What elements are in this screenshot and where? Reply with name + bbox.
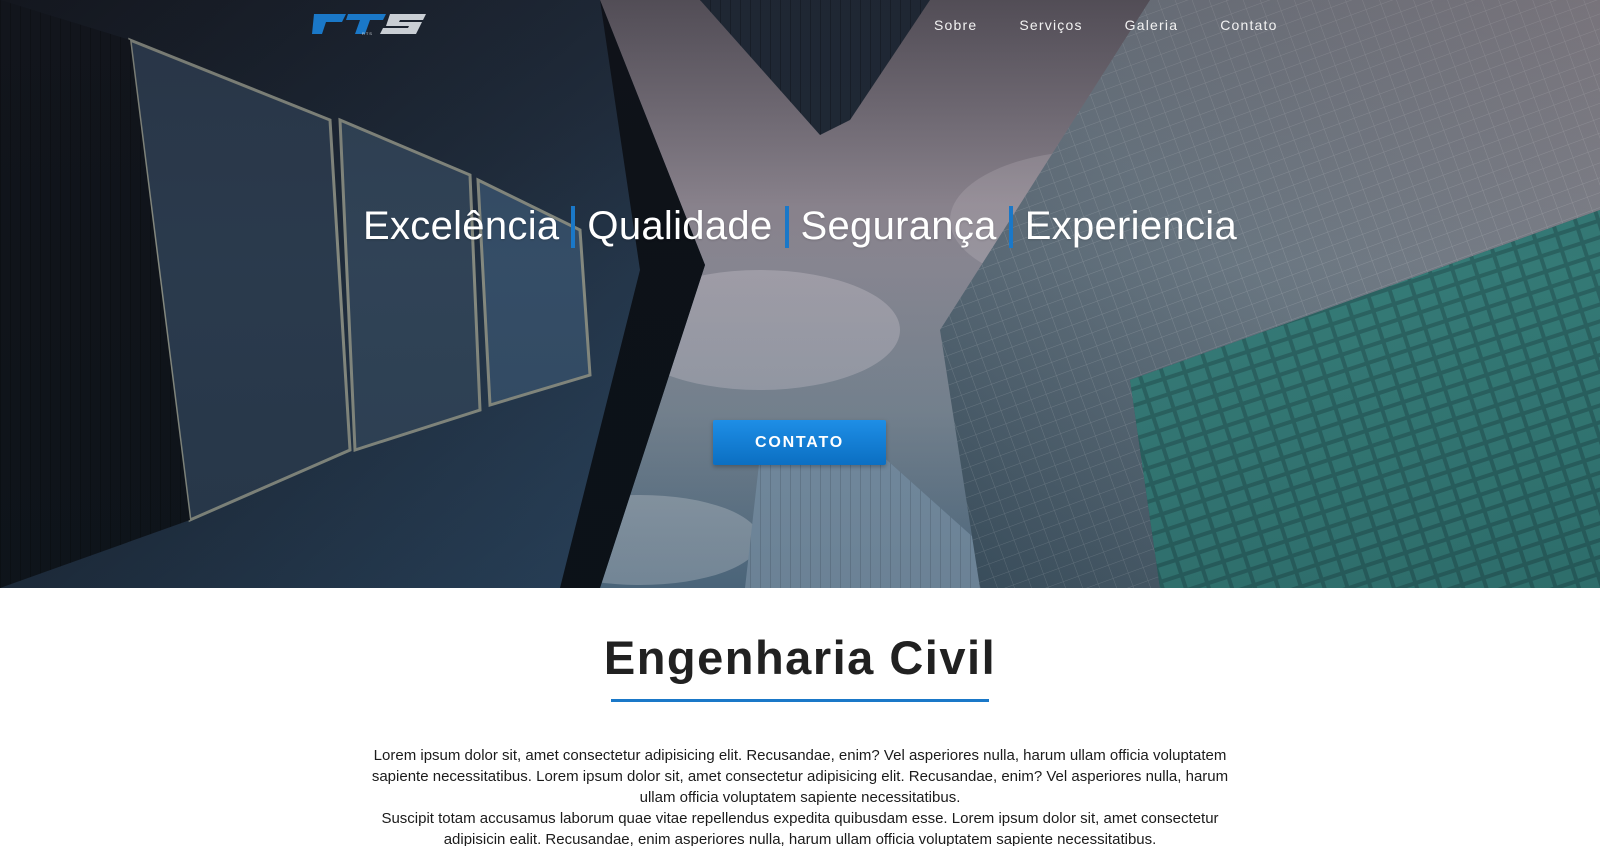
headline-word-qualidade: Qualidade [587, 204, 773, 248]
section-body: Lorem ipsum dolor sit, amet consectetur … [360, 745, 1240, 846]
headline-separator [1008, 205, 1013, 248]
main-nav: Sobre Serviços Galeria Contato [934, 16, 1320, 34]
headline-word-experiencia: Experiencia [1024, 204, 1237, 248]
headline-word-seguranca: Segurança [800, 204, 997, 248]
hero-headline: Excelência Qualidade Segurança Experienc… [0, 204, 1600, 249]
hero-overlay [0, 0, 1600, 588]
headline-separator [784, 205, 789, 248]
nav-item-servicos[interactable]: Serviços [1019, 16, 1082, 34]
nav-item-contato[interactable]: Contato [1220, 16, 1277, 34]
section-title: Engenharia Civil [603, 631, 997, 684]
nav-item-galeria[interactable]: Galeria [1125, 16, 1179, 34]
nav-item-sobre[interactable]: Sobre [934, 16, 977, 34]
body-paragraph: Lorem ipsum dolor sit, amet consectetur … [371, 747, 1229, 806]
headline-separator [571, 205, 576, 248]
body-paragraph: Suscipit totam accusamus laborum quae vi… [381, 810, 1219, 846]
logo-subtitle: RTS [362, 31, 373, 36]
contato-cta-button[interactable]: CONTATO [713, 420, 886, 465]
hero-section: RTS Sobre Serviços Galeria Contato Excel… [0, 0, 1600, 588]
title-underline [611, 699, 989, 702]
headline-word-excelencia: Excelência [362, 204, 560, 248]
